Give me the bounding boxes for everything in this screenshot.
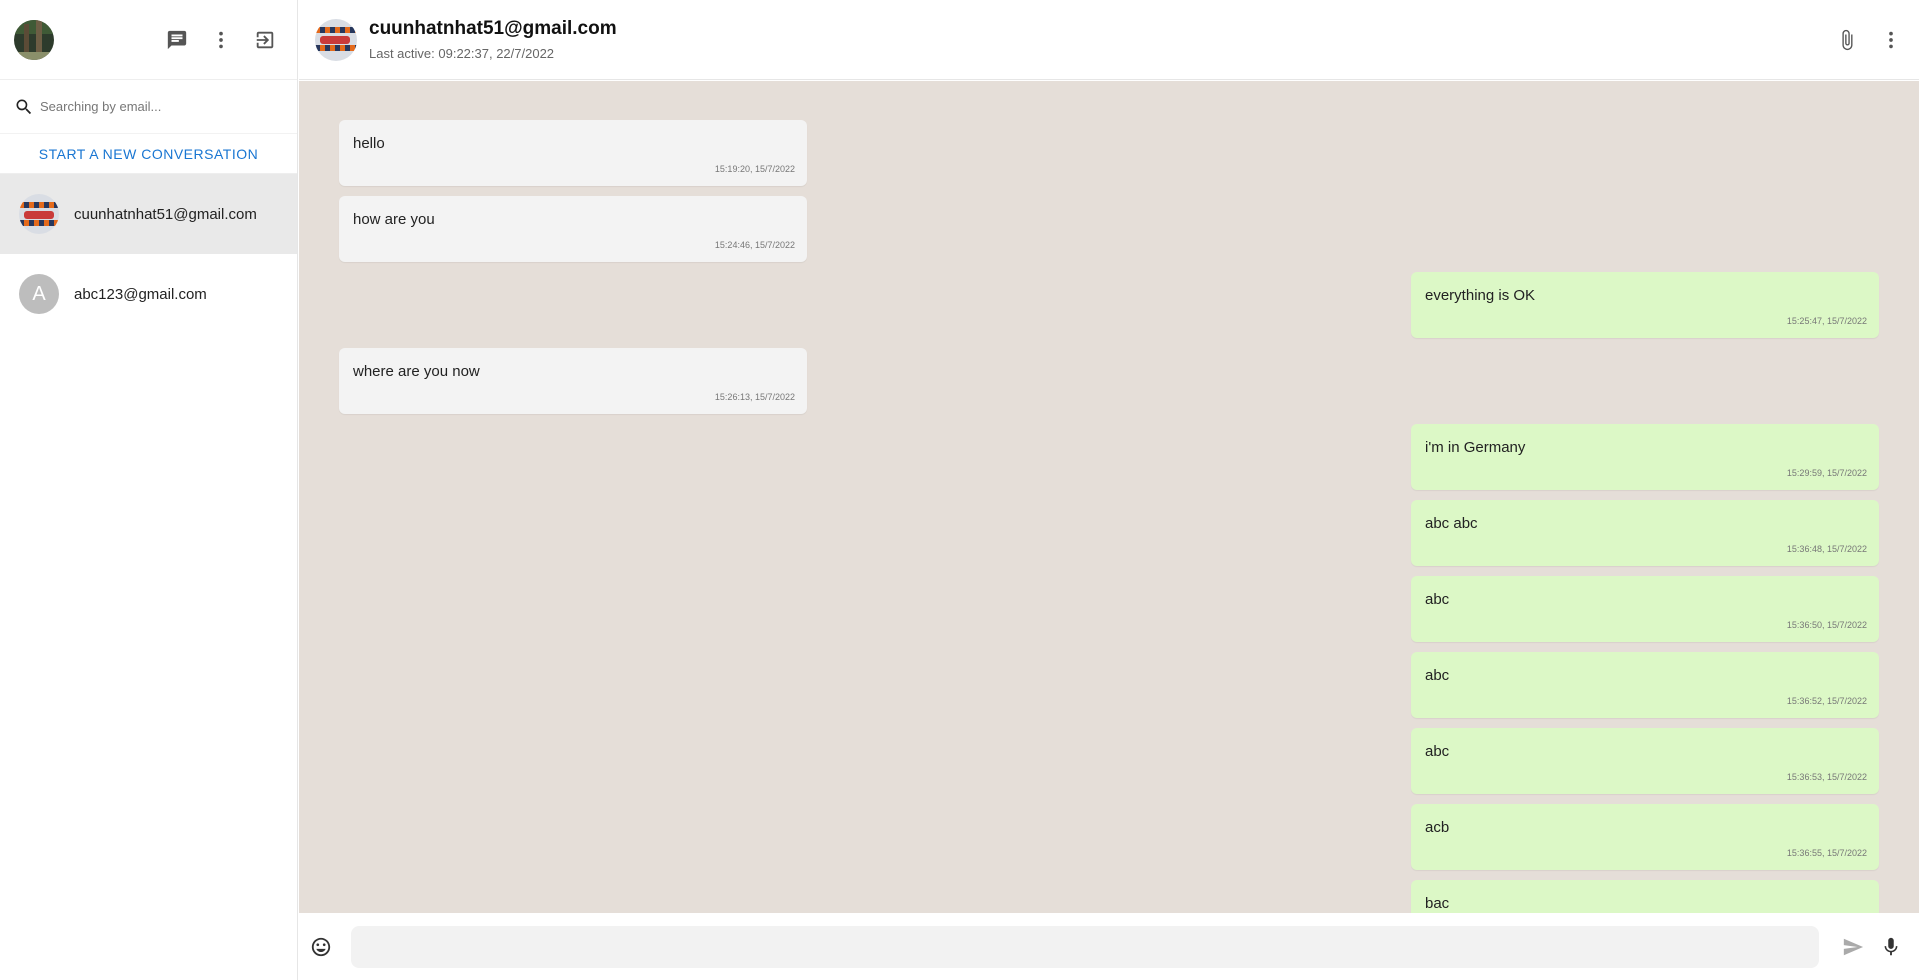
sidebar-header (0, 0, 297, 80)
outgoing-message[interactable]: abc 15:36:52, 15/7/2022 (1411, 652, 1879, 718)
outgoing-message[interactable]: abc 15:36:50, 15/7/2022 (1411, 576, 1879, 642)
chat-icon[interactable] (165, 28, 189, 52)
recipient-avatar (315, 18, 357, 61)
search-input[interactable] (40, 99, 280, 114)
attach-file-icon[interactable] (1835, 28, 1859, 52)
message-text: abc abc (1425, 515, 1478, 532)
outgoing-message[interactable]: abc abc 15:36:48, 15/7/2022 (1411, 500, 1879, 566)
message-timestamp: 15:26:13, 15/7/2022 (714, 392, 795, 402)
message-timestamp: 15:25:47, 15/7/2022 (1786, 316, 1867, 326)
incoming-message[interactable]: where are you now 15:26:13, 15/7/2022 (339, 348, 807, 414)
message-text: bac (1425, 895, 1450, 912)
outgoing-message[interactable]: abc 15:36:53, 15/7/2022 (1411, 728, 1879, 794)
outgoing-message[interactable]: everything is OK 15:25:47, 15/7/2022 (1411, 272, 1879, 338)
incoming-message[interactable]: how are you 15:24:46, 15/7/2022 (339, 196, 807, 262)
conversation-email: abc123@gmail.com (74, 285, 207, 303)
last-active-status: Last active: 09:22:37, 22/7/2022 (369, 46, 555, 61)
message-list[interactable]: hello 15:19:20, 15/7/2022 how are you 15:24… (299, 81, 1919, 913)
send-icon[interactable] (1841, 935, 1865, 959)
message-text: abc (1425, 591, 1450, 608)
message-timestamp: 15:29:59, 15/7/2022 (1786, 468, 1867, 478)
conversation-item[interactable]: A abc123@gmail.com (0, 254, 297, 334)
message-timestamp: 15:36:50, 15/7/2022 (1786, 620, 1867, 630)
more-vert-icon[interactable] (209, 28, 233, 52)
logout-icon[interactable] (253, 28, 277, 52)
message-text: where are you now (353, 363, 480, 380)
message-text: i'm in Germany (1425, 439, 1526, 456)
message-timestamp: 15:19:20, 15/7/2022 (714, 164, 795, 174)
recipient-email: cuunhatnhat51@gmail.com (369, 18, 617, 39)
message-text: abc (1425, 667, 1450, 684)
chat-header-actions (1835, 28, 1903, 52)
search-bar (0, 80, 297, 134)
chat-panel: cuunhatnhat51@gmail.com Last active: 09:… (299, 0, 1919, 980)
conversation-email: cuunhatnhat51@gmail.com (74, 205, 257, 223)
avatar (19, 194, 59, 234)
message-timestamp: 15:36:48, 15/7/2022 (1786, 544, 1867, 554)
emoji-icon[interactable] (309, 935, 333, 959)
message-text: acb (1425, 819, 1450, 836)
recipient-info: cuunhatnhat51@gmail.com Last active: 09:… (369, 18, 617, 61)
message-timestamp: 15:36:52, 15/7/2022 (1786, 696, 1867, 706)
search-icon (16, 99, 32, 114)
outgoing-message[interactable]: bac (1411, 880, 1879, 913)
start-new-conversation-button[interactable]: START A NEW CONVERSATION (0, 134, 297, 174)
message-text: hello (353, 135, 385, 152)
more-vert-icon[interactable] (1879, 28, 1903, 52)
incoming-message[interactable]: hello 15:19:20, 15/7/2022 (339, 120, 807, 186)
outgoing-message[interactable]: acb 15:36:55, 15/7/2022 (1411, 804, 1879, 870)
message-composer (299, 913, 1919, 980)
sidebar: START A NEW CONVERSATION cuunhatnhat51@g… (0, 0, 298, 980)
message-text: everything is OK (1425, 287, 1536, 304)
message-text: how are you (353, 211, 435, 228)
microphone-icon[interactable] (1879, 935, 1903, 959)
user-avatar[interactable] (14, 19, 54, 60)
conversation-item[interactable]: cuunhatnhat51@gmail.com (0, 174, 297, 254)
message-text: abc (1425, 743, 1450, 760)
message-input[interactable] (351, 925, 1819, 968)
sidebar-actions (165, 28, 283, 52)
avatar: A (19, 274, 59, 314)
message-timestamp: 15:36:55, 15/7/2022 (1786, 848, 1867, 858)
message-timestamp: 15:24:46, 15/7/2022 (714, 240, 795, 250)
outgoing-message[interactable]: i'm in Germany 15:29:59, 15/7/2022 (1411, 424, 1879, 490)
chat-header: cuunhatnhat51@gmail.com Last active: 09:… (299, 0, 1919, 80)
message-timestamp: 15:36:53, 15/7/2022 (1786, 772, 1867, 782)
